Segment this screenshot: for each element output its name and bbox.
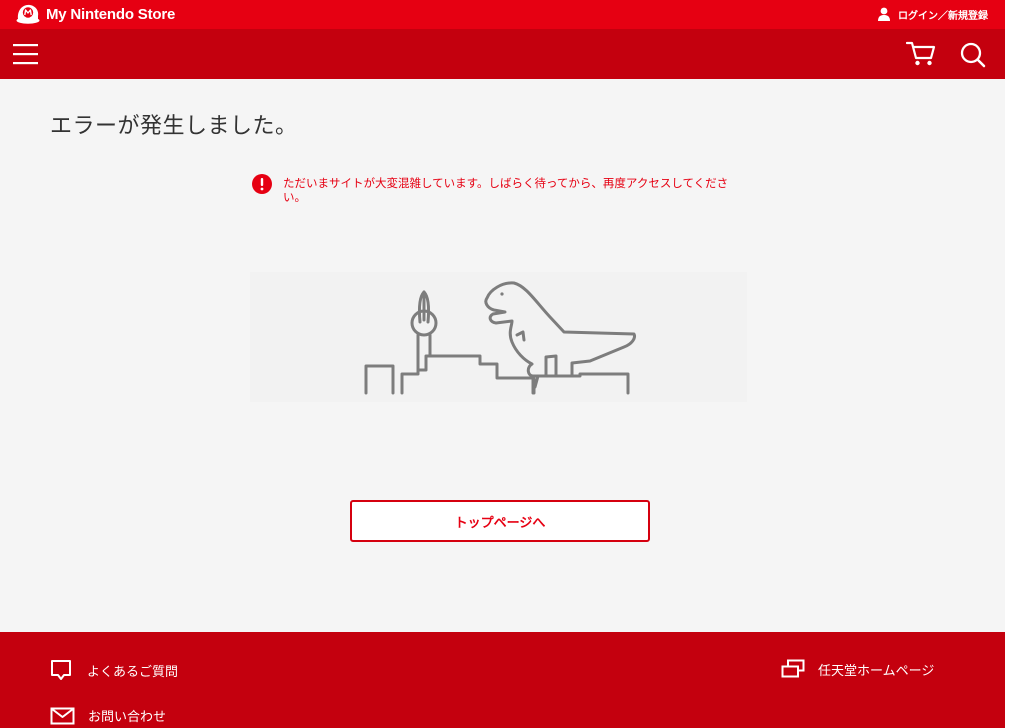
login-register-label: ログイン／新規登録 [898,10,988,22]
login-register-link[interactable]: ログイン／新規登録 [878,2,988,26]
scrollbar[interactable] [1005,0,1010,728]
dinosaur-city-illustration [250,272,747,402]
my-nintendo-store-logo[interactable]: My Nintendo Store [15,1,175,27]
speech-bubble-icon [51,660,71,680]
error-message: ただいまサイトが大変混雑しています。しばらく待ってから、再度アクセスしてください… [283,176,729,204]
external-window-icon [781,659,805,678]
user-icon [878,7,890,21]
top-bar: My Nintendo Store ログイン／新規登録 [0,0,1005,29]
hamburger-menu-icon[interactable] [13,42,38,66]
nav-bar [0,29,1005,79]
contact-link[interactable]: お問い合わせ [50,706,166,725]
nintendo-homepage-link[interactable]: 任天堂ホームページ [781,659,934,679]
search-icon[interactable] [960,42,986,72]
nintendo-homepage-label: 任天堂ホームページ [818,663,935,679]
footer: よくあるご質問 お問い合わせ 任天堂ホームページ [0,632,1005,728]
mail-icon [50,707,75,724]
logo-text: My Nintendo Store [46,5,176,23]
faq-label: よくあるご質問 [87,664,179,680]
cart-icon[interactable] [905,41,936,71]
contact-label: お問い合わせ [88,710,167,725]
error-notice: ただいまサイトが大変混雑しています。しばらく待ってから、再度アクセスしてください… [252,174,752,204]
page-title: エラーが発生しました。 [50,114,298,139]
alert-icon [252,174,272,194]
faq-link[interactable]: よくあるご質問 [50,659,178,681]
top-page-button[interactable]: トップページへ [350,500,650,542]
mario-cap-icon [16,4,40,24]
